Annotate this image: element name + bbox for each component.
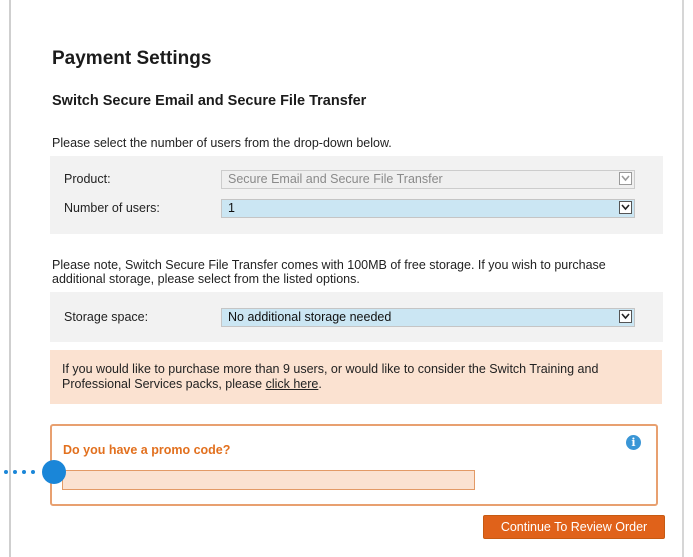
window-frame-right [682, 0, 684, 557]
users-label: Number of users: [64, 201, 160, 215]
promo-code-input[interactable] [62, 470, 475, 490]
chevron-down-icon [619, 172, 632, 185]
chevron-down-icon [619, 201, 632, 214]
continue-to-review-button[interactable]: Continue To Review Order [483, 515, 665, 539]
banner-line2-suffix: . [318, 377, 322, 391]
banner-line2-prefix: Professional Services packs, please [62, 377, 266, 391]
section-title: Switch Secure Email and Secure File Tran… [52, 93, 367, 109]
banner-line2: Professional Services packs, please clic… [62, 377, 650, 392]
banner-line1: If you would like to purchase more than … [62, 362, 599, 376]
storage-panel: Storage space: No additional storage nee… [50, 292, 663, 342]
page: Payment Settings Switch Secure Email and… [0, 0, 693, 557]
intro-text: Please select the number of users from t… [52, 136, 392, 150]
storage-label: Storage space: [64, 310, 149, 324]
storage-note-line2: additional storage, please select from t… [52, 272, 360, 286]
pointer-dot [42, 460, 66, 484]
chevron-down-icon [619, 310, 632, 323]
pointer-trail-dot [4, 470, 8, 474]
users-row: Number of users: 1 [50, 199, 663, 219]
info-icon[interactable]: i [626, 435, 641, 450]
pointer-trail-dot [31, 470, 35, 474]
click-here-link[interactable]: click here [266, 377, 319, 391]
storage-select-value: No additional storage needed [228, 310, 392, 324]
pointer-trail-dot [22, 470, 26, 474]
pointer-marker [0, 458, 70, 488]
page-title: Payment Settings [52, 48, 212, 69]
users-select[interactable]: 1 [221, 199, 635, 218]
pointer-trail-dot [13, 470, 17, 474]
storage-select[interactable]: No additional storage needed [221, 308, 635, 327]
storage-note-line1: Please note, Switch Secure File Transfer… [52, 258, 606, 272]
users-select-value: 1 [228, 201, 235, 215]
info-banner: If you would like to purchase more than … [50, 350, 662, 404]
storage-row: Storage space: No additional storage nee… [50, 308, 663, 328]
storage-note: Please note, Switch Secure File Transfer… [52, 258, 664, 286]
promo-title: Do you have a promo code? [63, 443, 231, 457]
product-row: Product: Secure Email and Secure File Tr… [50, 170, 663, 190]
product-label: Product: [64, 172, 111, 186]
product-panel: Product: Secure Email and Secure File Tr… [50, 156, 663, 234]
product-select-value: Secure Email and Secure File Transfer [228, 172, 443, 186]
promo-code-box: Do you have a promo code? i [50, 424, 658, 506]
product-select[interactable]: Secure Email and Secure File Transfer [221, 170, 635, 189]
